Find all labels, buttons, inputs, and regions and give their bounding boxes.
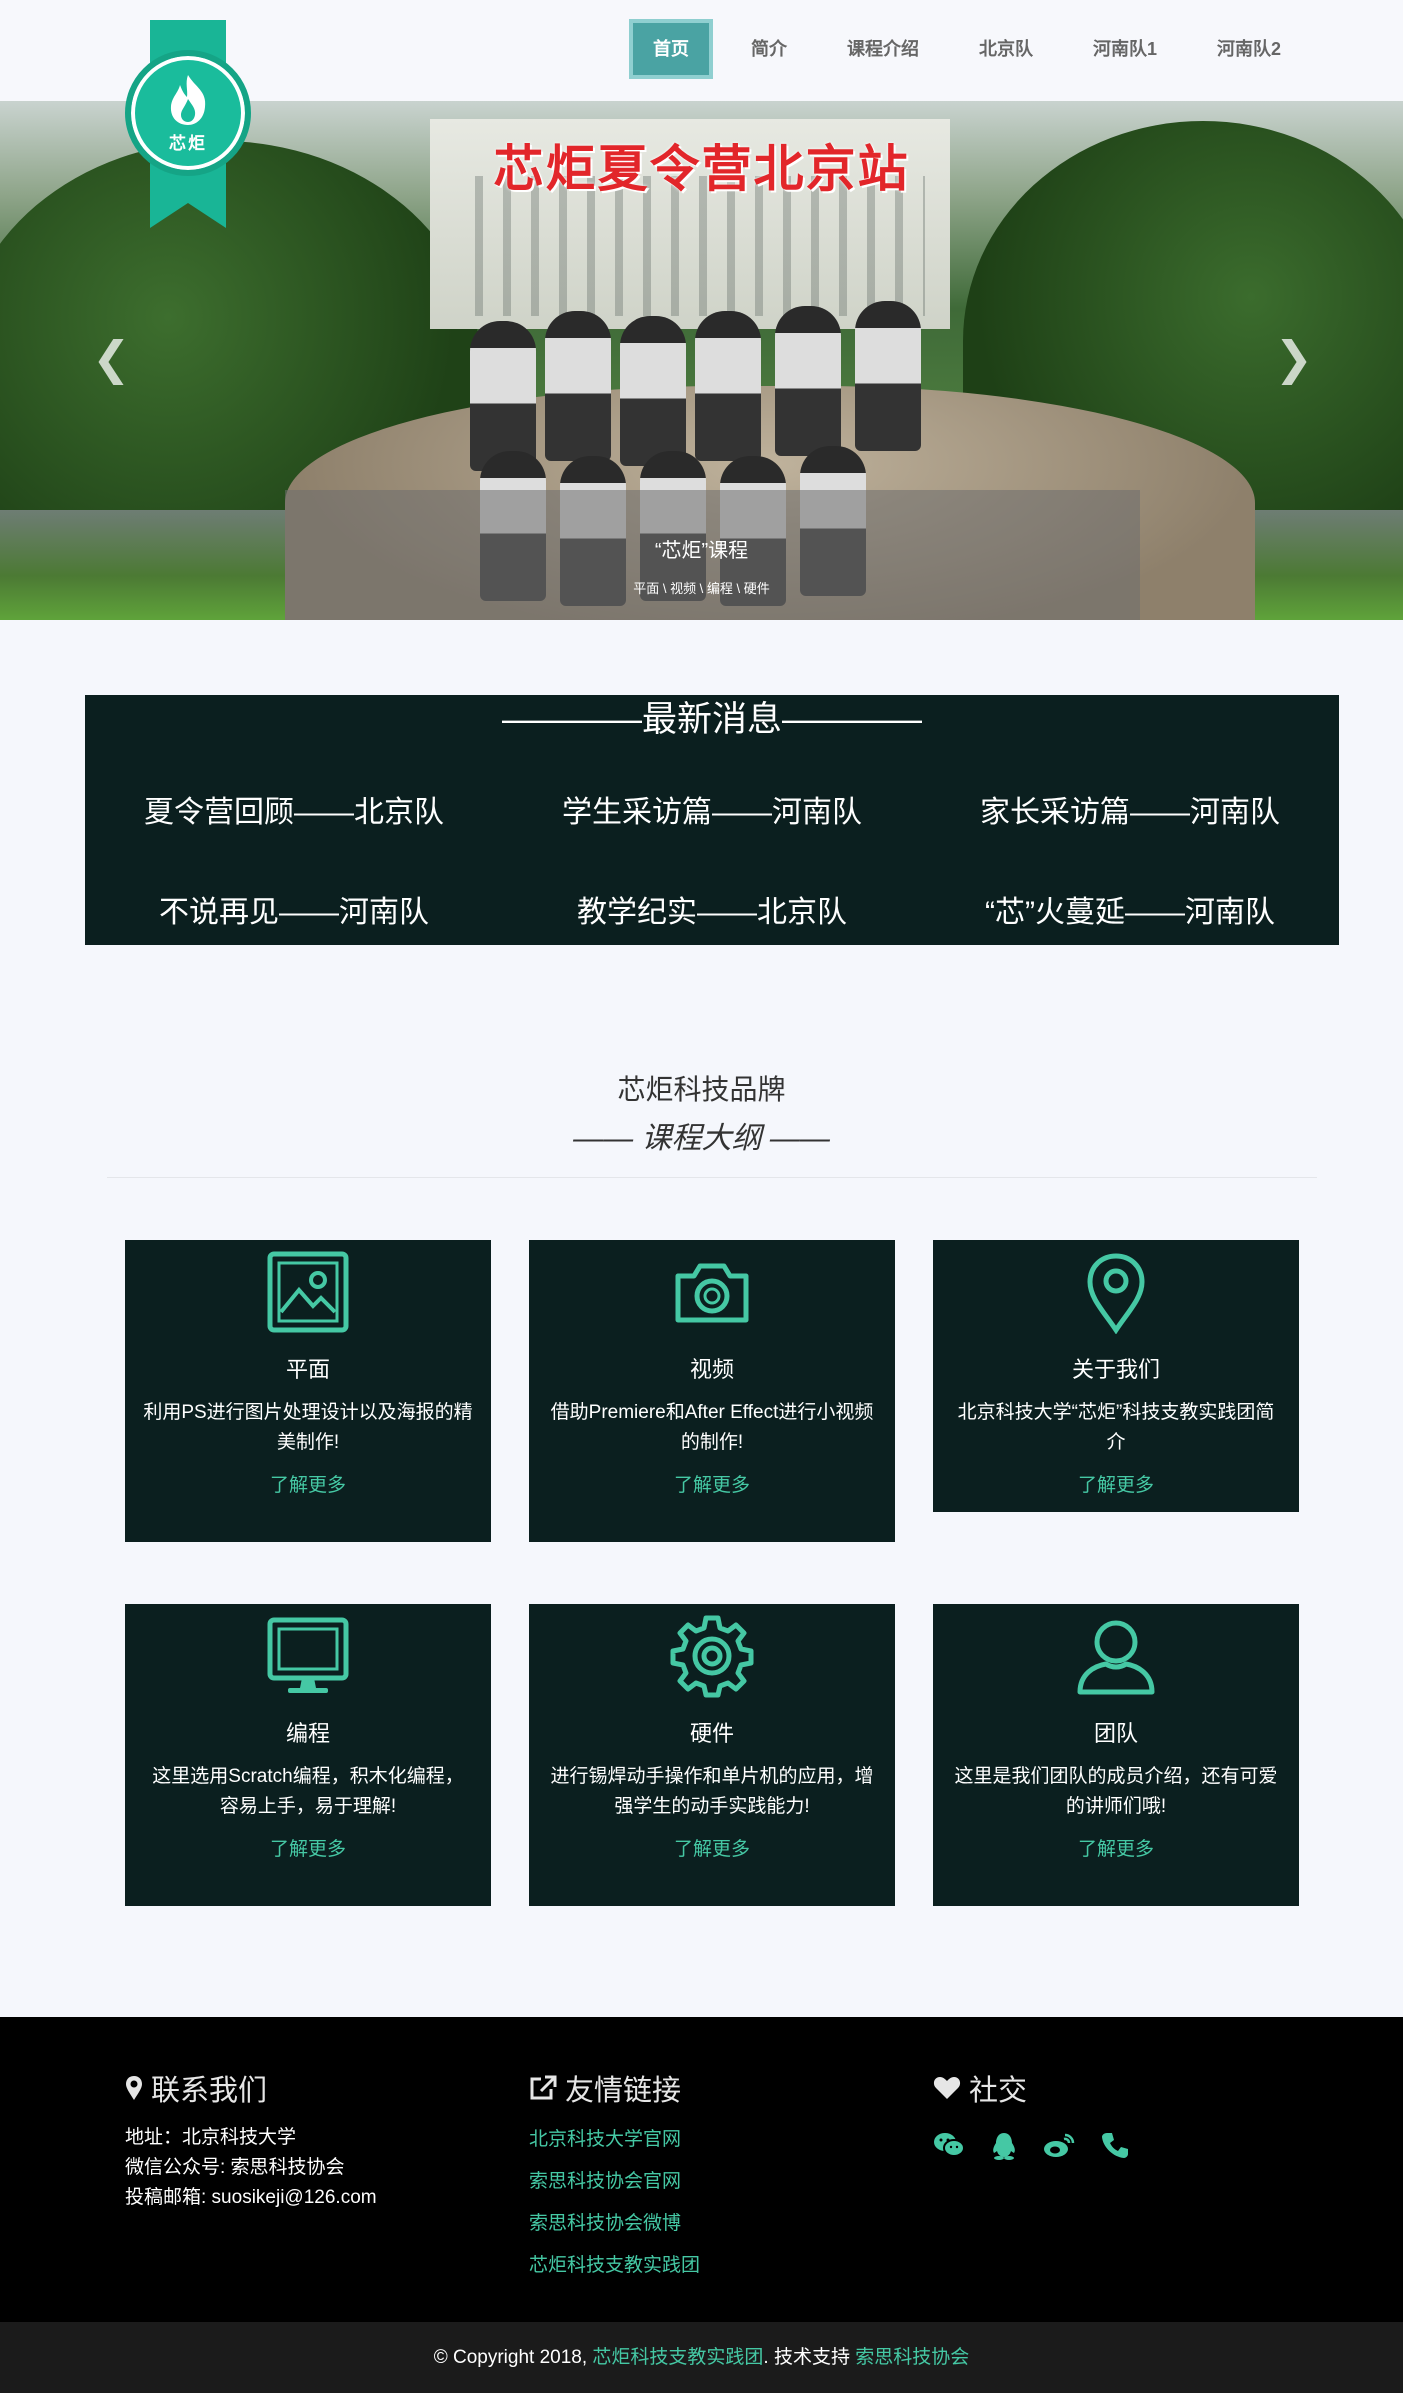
card-title: 平面 [285,1357,330,1382]
monitor-icon [267,1617,349,1693]
card-title: 硬件 [689,1721,734,1746]
news-item[interactable]: “芯”火蔓延——河南队 [921,887,1339,931]
external-link-icon [530,2075,557,2100]
card-description: 利用PS进行图片处理设计以及海报的精美制作! [143,1402,473,1453]
carousel-caption-subtitle: 平面 \ 视频 \ 编程 \ 硬件 [633,581,770,596]
brand-subtitle: —— 课程大纲 —— [573,1122,830,1155]
card-title: 编程 [285,1721,330,1746]
nav-beijing-team[interactable]: 北京队 [957,19,1055,79]
carousel-caption-title: “芯炬”课程 [654,540,749,562]
flame-icon [170,74,206,125]
qq-icon[interactable] [991,2131,1017,2161]
contact-address: 地址：北京科技大学 [125,2127,297,2148]
footer-links: 友情链接 北京科技大学官网 索思科技协会官网 索思科技协会微博 芯炬科技支教实践… [529,2067,700,2287]
heart-icon [933,2077,961,2099]
logo[interactable]: 芯炬 [125,20,251,228]
main-nav: 首页 简介 课程介绍 北京队 河南队1 河南队2 [628,19,1303,79]
card-description: 这里选用Scratch编程，积木化编程，容易上手，易于理解! [152,1766,464,1817]
news-item[interactable]: 夏令营回顾——北京队 [85,787,503,831]
map-marker-icon [126,2076,142,2100]
course-card-about: 关于我们 北京科技大学“芯炬”科技支教实践团简介 了解更多 [933,1240,1299,1512]
phone-icon[interactable] [1101,2131,1129,2159]
site-header: 芯炬 首页 简介 课程介绍 北京队 河南队1 河南队2 [0,0,1403,228]
site-footer: 联系我们 地址：北京科技大学 微信公众号: 索思科技协会 投稿邮箱: suosi… [0,2017,1403,2322]
contact-email: 投稿邮箱: suosikeji@126.com [125,2187,377,2208]
divider [107,1177,1317,1178]
footer-contact-heading: 联系我们 [125,2067,377,2109]
news-item[interactable]: 不说再见——河南队 [85,887,503,931]
footer-links-heading: 友情链接 [529,2067,700,2109]
card-description: 北京科技大学“芯炬”科技支教实践团简介 [957,1402,1275,1453]
copyright-middle: . 技术支持 [763,2347,850,2368]
card-title: 团队 [1093,1721,1138,1746]
contact-wechat: 微信公众号: 索思科技协会 [125,2157,345,2178]
chevron-left-icon: ❮ [92,332,131,384]
course-card-team: 团队 这里是我们团队的成员介绍，还有可爱的讲师们哦! 了解更多 [933,1604,1299,1906]
course-card-graphic: 平面 利用PS进行图片处理设计以及海报的精美制作! 了解更多 [125,1240,491,1542]
learn-more-link[interactable]: 了解更多 [933,1470,1299,1497]
course-card-hardware: 硬件 进行锡焊动手操作和单片机的应用，增强学生的动手实践能力! 了解更多 [529,1604,895,1906]
brand-title: 芯炬科技品牌 [617,1074,786,1105]
copyright-bar: © Copyright 2018, 芯炬科技支教实践团. 技术支持 索思科技协会 [0,2322,1403,2393]
card-title: 视频 [689,1357,734,1382]
learn-more-link[interactable]: 了解更多 [933,1834,1299,1861]
logo-text: 芯炬 [169,133,207,153]
nav-home[interactable]: 首页 [628,19,713,79]
footer-social: 社交 [933,2067,1129,2161]
camera-icon [675,1263,749,1323]
copyright-team-link[interactable]: 芯炬科技支教实践团 [592,2347,763,2368]
news-item[interactable]: 学生采访篇——河南队 [503,787,921,831]
image-icon [267,1251,349,1333]
weibo-icon[interactable] [1043,2131,1075,2159]
nav-henan-team-2[interactable]: 河南队2 [1195,19,1303,79]
card-description: 这里是我们团队的成员介绍，还有可爱的讲师们哦! [954,1766,1278,1817]
footer-contact: 联系我们 地址：北京科技大学 微信公众号: 索思科技协会 投稿邮箱: suosi… [125,2067,377,2213]
latest-news-panel: ————最新消息———— 夏令营回顾——北京队 学生采访篇——河南队 家长采访篇… [85,695,1339,945]
learn-more-link[interactable]: 了解更多 [125,1834,491,1861]
learn-more-link[interactable]: 了解更多 [529,1470,895,1497]
copyright-assoc-link[interactable]: 索思科技协会 [855,2347,969,2368]
footer-link-xinju-team[interactable]: 芯炬科技支教实践团 [529,2245,700,2287]
footer-contact-heading-text: 联系我们 [151,2075,268,2107]
footer-link-ustb[interactable]: 北京科技大学官网 [529,2119,700,2161]
card-description: 进行锡焊动手操作和单片机的应用，增强学生的动手实践能力! [550,1766,874,1817]
wechat-icon[interactable] [933,2131,965,2159]
nav-intro[interactable]: 简介 [729,19,809,79]
footer-link-suosi-weibo[interactable]: 索思科技协会微博 [529,2203,700,2245]
footer-links-heading-text: 友情链接 [565,2075,682,2107]
carousel-prev-button[interactable]: ❮ [92,335,131,381]
course-card-programming: 编程 这里选用Scratch编程，积木化编程，容易上手，易于理解! 了解更多 [125,1604,491,1906]
news-heading: ————最新消息———— [501,700,922,739]
nav-henan-team-1[interactable]: 河南队1 [1071,19,1179,79]
gear-icon [670,1615,754,1698]
card-title: 关于我们 [1071,1357,1160,1382]
news-item[interactable]: 家长采访篇——河南队 [921,787,1339,831]
copyright-prefix: © Copyright 2018, [433,2347,588,2368]
carousel-next-button[interactable]: ❯ [1274,335,1313,381]
logo-badge: 芯炬 [125,50,251,176]
card-description: 借助Premiere和After Effect进行小视频的制作! [550,1402,874,1453]
user-icon [1077,1620,1155,1695]
chevron-right-icon: ❯ [1274,332,1313,384]
footer-link-suosi-site[interactable]: 索思科技协会官网 [529,2161,700,2203]
course-card-video: 视频 借助Premiere和After Effect进行小视频的制作! 了解更多 [529,1240,895,1542]
learn-more-link[interactable]: 了解更多 [529,1834,895,1861]
map-pin-icon [1087,1253,1145,1334]
footer-social-heading: 社交 [933,2067,1129,2109]
nav-courses[interactable]: 课程介绍 [825,19,941,79]
news-item[interactable]: 教学纪实——北京队 [503,887,921,931]
learn-more-link[interactable]: 了解更多 [125,1470,491,1497]
footer-social-heading-text: 社交 [969,2075,1028,2107]
